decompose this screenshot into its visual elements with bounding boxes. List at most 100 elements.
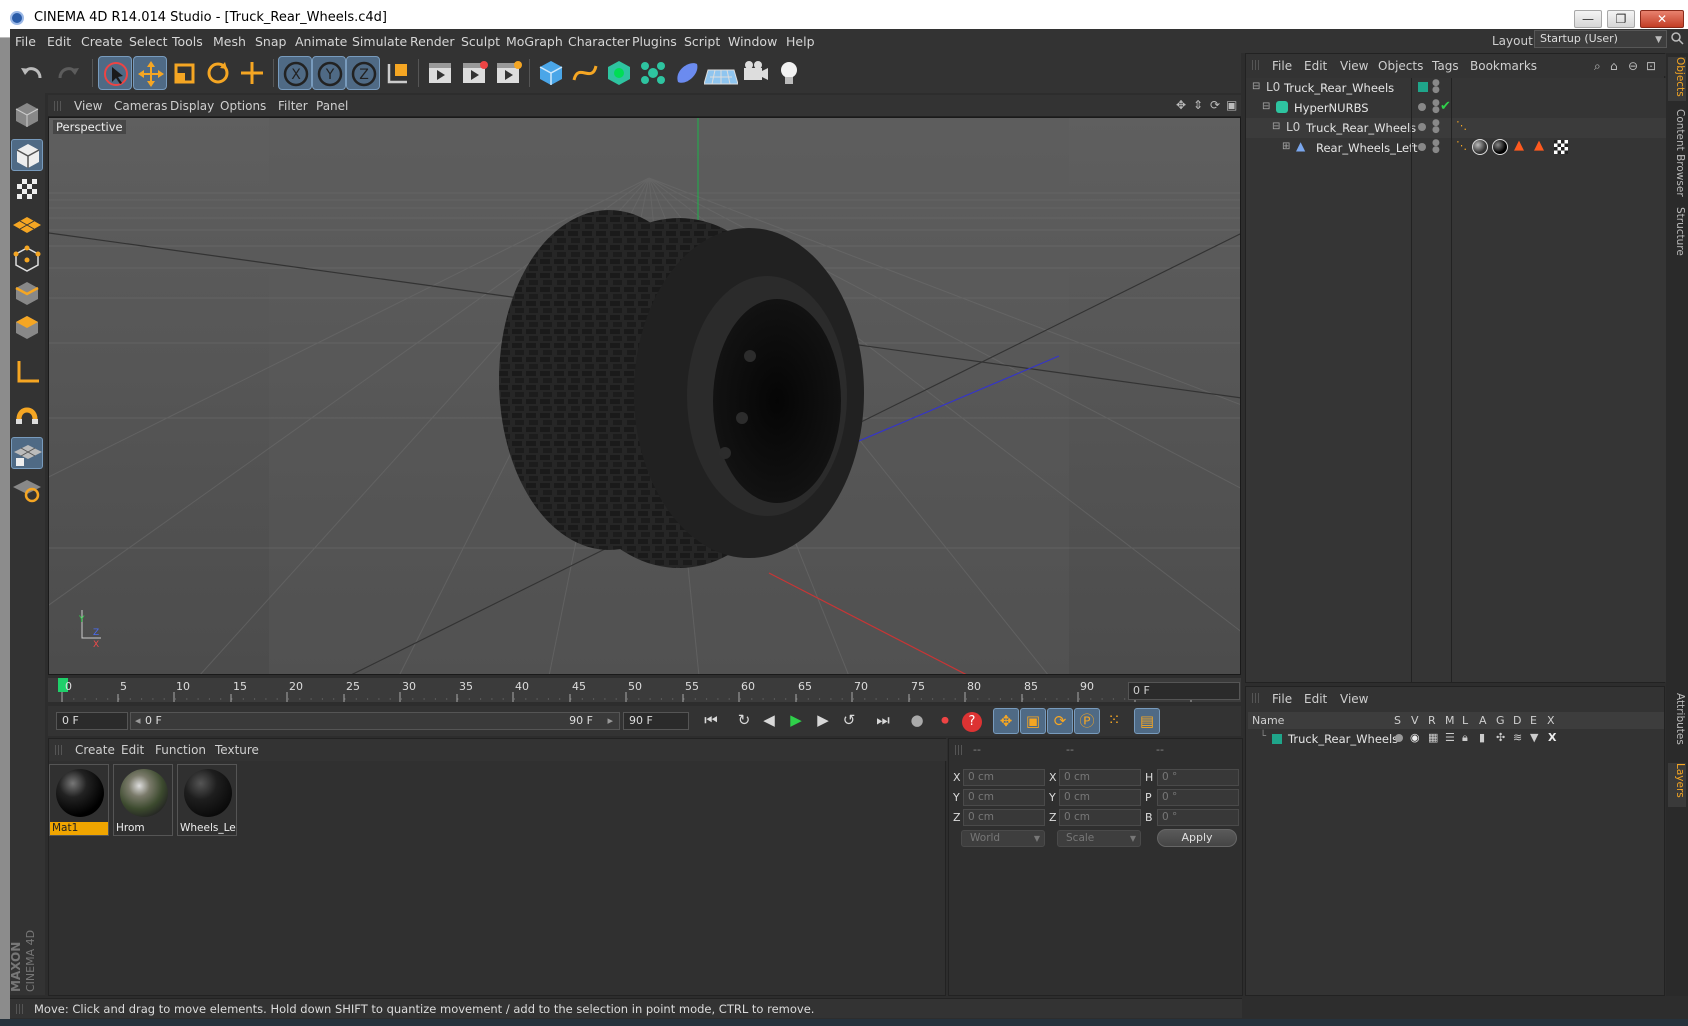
animation-icon[interactable]: ▮ xyxy=(1479,731,1485,744)
tab-structure[interactable]: Structure xyxy=(1668,207,1686,267)
material-menu-function[interactable]: Function xyxy=(155,743,206,757)
material-menu-edit[interactable]: Edit xyxy=(121,743,144,757)
sculpt-icon[interactable] xyxy=(11,473,43,505)
object-row[interactable]: ⊟ HyperNURBS ● ● ✔ xyxy=(1246,98,1666,118)
eye-icon[interactable]: ◉ xyxy=(1410,731,1420,744)
xref-icon[interactable]: X xyxy=(1548,731,1556,744)
axis-mode-icon[interactable] xyxy=(11,355,43,387)
record-position-icon[interactable]: ✥ xyxy=(993,708,1019,734)
size-x-field[interactable]: 0 cm xyxy=(1059,769,1141,786)
size-mode-select[interactable]: Scale ▼ xyxy=(1057,830,1141,847)
play-forward-icon[interactable]: ▶ xyxy=(783,708,809,734)
nurbs-icon[interactable] xyxy=(602,56,636,90)
selection-tag-icon[interactable]: ▲ xyxy=(1514,138,1524,153)
menu-tools[interactable]: Tools xyxy=(172,34,203,49)
column-header[interactable]: M xyxy=(1445,714,1455,727)
panel-grip[interactable] xyxy=(54,101,62,111)
viewport-menu-cameras[interactable]: Cameras xyxy=(114,99,167,113)
move-icon[interactable] xyxy=(133,56,167,90)
live-selection-icon[interactable] xyxy=(98,56,132,90)
texture-mode-icon[interactable] xyxy=(11,173,43,205)
maximize-view-icon[interactable]: ▣ xyxy=(1226,98,1237,112)
visibility-dot-icon[interactable] xyxy=(1418,103,1426,111)
column-header[interactable]: G xyxy=(1496,714,1505,727)
autokeying-icon[interactable]: ⏺ xyxy=(932,708,958,734)
menu-sculpt[interactable]: Sculpt xyxy=(461,34,500,49)
viewport-menu-view[interactable]: View xyxy=(74,99,102,113)
go-to-next-key-icon[interactable]: ↺ xyxy=(836,708,862,734)
menu-plugins[interactable]: Plugins xyxy=(632,34,677,49)
material-tag-icon[interactable] xyxy=(1472,139,1488,155)
column-header[interactable]: L xyxy=(1462,714,1468,727)
panel-grip[interactable] xyxy=(1252,693,1260,703)
record-parameter-icon[interactable]: Ⓟ xyxy=(1074,708,1100,734)
render-picture-viewer-icon[interactable] xyxy=(457,56,491,90)
timeline-ruler[interactable]: 0 5 10 15 20 25 30 35 40 45 50 55 60 65 … xyxy=(48,678,1241,702)
edges-mode-icon[interactable] xyxy=(11,277,43,309)
tab-layers[interactable]: Layers xyxy=(1668,763,1686,807)
new-window-icon[interactable]: ⊡ xyxy=(1646,59,1656,73)
phong-tag-icon[interactable]: ⋱ xyxy=(1456,139,1467,152)
menu-render[interactable]: Render xyxy=(410,34,455,49)
next-frame-icon[interactable]: ▶ xyxy=(810,708,836,734)
material-swatch[interactable]: Mat1 xyxy=(49,764,109,836)
minimize-button[interactable]: — xyxy=(1574,10,1602,28)
visibility-dots-icon[interactable]: ● ● xyxy=(1432,99,1440,115)
go-to-start-icon[interactable]: ⏮ xyxy=(698,708,724,734)
menu-animate[interactable]: Animate xyxy=(295,34,347,49)
coordinate-space-select[interactable]: World ▼ xyxy=(961,830,1045,847)
solo-icon[interactable] xyxy=(1395,734,1403,742)
render-view-icon[interactable] xyxy=(423,56,457,90)
array-icon[interactable] xyxy=(636,56,670,90)
record-scale-icon[interactable]: ▣ xyxy=(1020,708,1046,734)
perspective-viewport[interactable]: Y Z X Perspective xyxy=(48,117,1241,675)
viewport-menu-filter[interactable]: Filter xyxy=(278,99,308,113)
x-axis-lock-icon[interactable]: X xyxy=(278,56,312,90)
menu-file[interactable]: File xyxy=(15,34,36,49)
floor-icon[interactable] xyxy=(703,56,739,90)
scale-icon[interactable] xyxy=(167,56,201,90)
object-row[interactable]: ⊟ L0 Truck_Rear_Wheels ● ● xyxy=(1246,78,1666,98)
visibility-dot-icon[interactable] xyxy=(1418,143,1426,151)
column-divider[interactable] xyxy=(1411,78,1412,682)
object-row[interactable]: ⊟ L0 Truck_Rear_Wheels ● ● ⋱ xyxy=(1246,118,1666,138)
workplane-mode-icon[interactable] xyxy=(11,207,43,239)
preview-range-slider[interactable]: ◂ 0 F 90 F ▸ xyxy=(130,712,620,730)
layer-menu-edit[interactable]: Edit xyxy=(1304,692,1327,706)
light-icon[interactable] xyxy=(772,56,806,90)
viewport-menu-panel[interactable]: Panel xyxy=(316,99,348,113)
recent-tools-icon[interactable] xyxy=(235,56,269,90)
spline-pen-icon[interactable] xyxy=(568,56,602,90)
menu-select[interactable]: Select xyxy=(129,34,168,49)
size-z-field[interactable]: 0 cm xyxy=(1059,809,1141,826)
column-header[interactable]: X xyxy=(1547,714,1555,727)
position-x-field[interactable]: 0 cm xyxy=(963,769,1045,786)
y-axis-lock-icon[interactable]: Y xyxy=(312,56,346,90)
visibility-dot-icon[interactable] xyxy=(1418,123,1426,131)
rotation-b-field[interactable]: 0 ° xyxy=(1157,809,1239,826)
panel-grip[interactable] xyxy=(1252,60,1260,70)
render-settings-icon[interactable] xyxy=(491,56,525,90)
object-row[interactable]: ⊞ ▲ Rear_Wheels_Left ● ● ⋱ ▲ ▲ xyxy=(1246,138,1666,158)
layout-select[interactable]: Startup (User) ▼ xyxy=(1534,30,1667,48)
material-swatch[interactable]: Hrom xyxy=(113,764,173,836)
layer-color-icon[interactable] xyxy=(1418,82,1428,92)
record-rotation-icon[interactable]: ⟳ xyxy=(1047,708,1073,734)
material-tag-icon[interactable] xyxy=(1492,139,1508,155)
tab-attributes[interactable]: Attributes xyxy=(1668,693,1686,753)
viewport-menu-options[interactable]: Options xyxy=(220,99,266,113)
go-to-previous-key-icon[interactable]: ↻ xyxy=(731,708,757,734)
object-menu-edit[interactable]: Edit xyxy=(1304,59,1327,73)
rotate-icon[interactable] xyxy=(201,56,235,90)
enabled-check-icon[interactable]: ✔ xyxy=(1440,99,1451,114)
column-header[interactable]: Name xyxy=(1252,714,1284,727)
column-divider[interactable] xyxy=(1451,78,1452,682)
selection-tag-icon[interactable]: ▲ xyxy=(1534,138,1544,153)
uvw-tag-icon[interactable] xyxy=(1554,140,1568,154)
panel-grip[interactable] xyxy=(955,745,963,755)
material-menu-create[interactable]: Create xyxy=(75,743,115,757)
home-icon[interactable]: ⌂ xyxy=(1610,59,1618,73)
points-mode-icon[interactable] xyxy=(11,243,43,275)
viewport-menu-display[interactable]: Display xyxy=(170,99,214,113)
start-frame-field[interactable]: 0 F xyxy=(56,712,128,730)
